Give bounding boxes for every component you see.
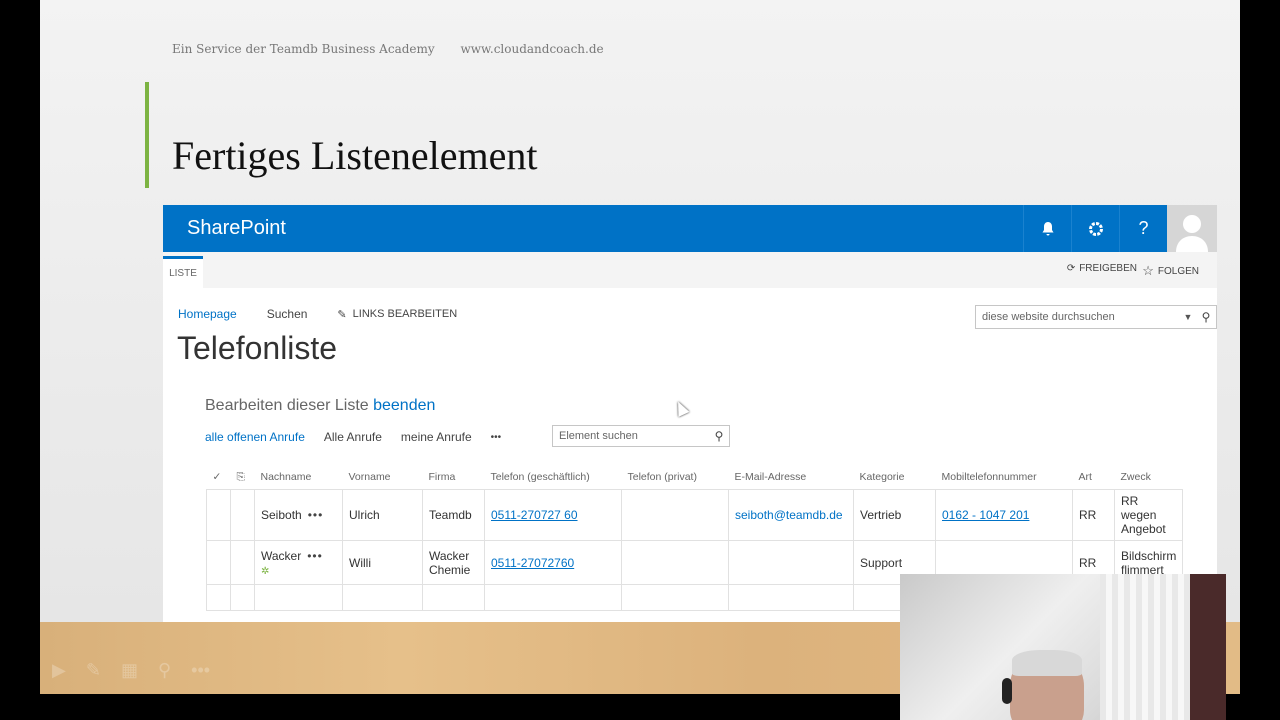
row-select-cell[interactable] <box>206 489 231 541</box>
gear-icon[interactable] <box>1071 205 1119 252</box>
help-icon[interactable]: ? <box>1119 205 1167 252</box>
element-search-placeholder: Element suchen <box>559 430 638 442</box>
email-link[interactable]: seiboth@teamdb.de <box>735 508 843 522</box>
slide-title: Fertiges Listenelement <box>172 133 538 178</box>
item-menu-button[interactable]: ••• <box>308 508 324 522</box>
cell-email: seiboth@teamdb.de <box>728 489 854 541</box>
cell-zweck: RR wegen Angebot <box>1113 489 1184 541</box>
chevron-down-icon[interactable]: ▼ <box>1180 312 1196 322</box>
slide-header: Ein Service der Teamdb Business Academy … <box>172 42 626 56</box>
cell-firma: Wacker Chemie <box>422 540 485 585</box>
col-telefon-geschaeftlich[interactable]: Telefon (geschäftlich) <box>485 465 622 490</box>
col-mobil[interactable]: Mobiltelefonnummer <box>936 465 1073 490</box>
cell-nachname: Seiboth ••• <box>254 489 343 541</box>
view-selector: alle offenen Anrufe Alle Anrufe meine An… <box>205 430 501 444</box>
col-telefon-privat[interactable]: Telefon (privat) <box>622 465 729 490</box>
edit-links-label: LINKS BEARBEITEN <box>352 308 458 320</box>
nav-search[interactable]: Suchen <box>267 307 308 321</box>
sharepoint-brand[interactable]: SharePoint <box>187 217 1023 240</box>
top-nav: Homepage Suchen ✎ LINKS BEARBEITEN <box>178 307 457 321</box>
page-title: Telefonliste <box>177 330 338 366</box>
edit-mode-bar: Bearbeiten dieser Liste beenden <box>205 397 435 415</box>
view-all-calls[interactable]: Alle Anrufe <box>324 430 382 444</box>
cell-telefon: 0511-270727 60 <box>484 489 622 541</box>
item-menu-button[interactable]: ••• <box>307 549 323 563</box>
tab-liste[interactable]: LISTE <box>163 256 203 291</box>
search-icon[interactable]: ⚲ <box>709 429 729 443</box>
share-label: FREIGEBEN <box>1079 263 1137 274</box>
share-icon: ⟳ <box>1066 263 1076 274</box>
sharepoint-screenshot: SharePoint ? LISTE ⟳ FREIGEBEN ☆ FOLGEN <box>163 205 1217 622</box>
more-views-button[interactable]: ••• <box>491 432 502 443</box>
table-row[interactable]: Seiboth ••• Ulrich Teamdb 0511-270727 60 … <box>206 489 1184 541</box>
suite-bar: SharePoint ? <box>163 205 1217 252</box>
stop-editing-link[interactable]: beenden <box>373 397 435 414</box>
cell-vorname: Willi <box>342 540 423 585</box>
presentation-slide: Ein Service der Teamdb Business Academy … <box>40 0 1240 622</box>
play-icon[interactable]: ▶ <box>52 660 66 681</box>
phone-link[interactable]: 0511-27072760 <box>491 556 574 570</box>
cell-mobil: 0162 - 1047 201 <box>935 489 1073 541</box>
col-nachname[interactable]: Nachname <box>255 465 343 490</box>
edit-links-button[interactable]: ✎ LINKS BEARBEITEN <box>337 308 457 321</box>
ribbon: LISTE ⟳ FREIGEBEN ☆ FOLGEN <box>163 252 1217 291</box>
view-open-calls[interactable]: alle offenen Anrufe <box>205 430 305 444</box>
row-select-cell[interactable] <box>206 540 231 585</box>
nav-homepage[interactable]: Homepage <box>178 307 237 321</box>
star-icon: ☆ <box>1142 263 1154 278</box>
element-search-input[interactable]: Element suchen ⚲ <box>552 425 730 447</box>
edit-mode-text: Bearbeiten dieser Liste <box>205 397 369 414</box>
webcam-presenter-hair <box>1012 650 1082 676</box>
cell-privat <box>621 489 729 541</box>
slides-icon[interactable]: ▦ <box>121 660 138 681</box>
cell-vorname: Ulrich <box>342 489 423 541</box>
view-my-calls[interactable]: meine Anrufe <box>401 430 472 444</box>
select-all-check-icon[interactable]: ✓ <box>207 465 231 490</box>
col-art[interactable]: Art <box>1073 465 1115 490</box>
row-attachment-cell <box>230 540 255 585</box>
more-icon[interactable]: ••• <box>191 660 210 681</box>
webcam-overlay <box>900 574 1226 720</box>
col-kategorie[interactable]: Kategorie <box>854 465 936 490</box>
table-header-row: ✓ ⎘ Nachname Vorname Firma Telefon (gesc… <box>207 465 1183 490</box>
presentation-controls: ▶ ✎ ▦ ⚲ ••• <box>52 660 210 681</box>
col-vorname[interactable]: Vorname <box>343 465 423 490</box>
search-icon[interactable]: ⚲ <box>1196 310 1216 324</box>
col-email[interactable]: E-Mail-Adresse <box>729 465 854 490</box>
cell-firma: Teamdb <box>422 489 485 541</box>
row-attachment-cell <box>230 489 255 541</box>
site-search-placeholder: diese website durchsuchen <box>982 311 1115 323</box>
new-item-icon: ✲ <box>261 565 270 577</box>
cell-nachname: Wacker ••• ✲ <box>254 540 343 585</box>
col-firma[interactable]: Firma <box>423 465 485 490</box>
slide-header-left: Ein Service der Teamdb Business Academy <box>172 42 435 56</box>
avatar[interactable] <box>1167 205 1217 252</box>
slide-header-right: www.cloudandcoach.de <box>460 42 604 56</box>
headset-icon <box>1002 678 1012 704</box>
site-search-input[interactable]: diese website durchsuchen ▼ ⚲ <box>975 305 1217 329</box>
webcam-curtain <box>1190 574 1226 720</box>
pencil-icon: ✎ <box>337 308 347 321</box>
cell-email <box>728 540 854 585</box>
mobile-link[interactable]: 0162 - 1047 201 <box>942 508 1029 522</box>
cell-privat <box>621 540 729 585</box>
attachment-icon: ⎘ <box>236 470 245 483</box>
cell-art: RR <box>1072 489 1115 541</box>
zoom-icon[interactable]: ⚲ <box>158 660 171 681</box>
nachname-value[interactable]: Seiboth <box>261 508 302 522</box>
col-zweck[interactable]: Zweck <box>1115 465 1183 490</box>
title-accent-bar <box>145 82 149 188</box>
phone-link[interactable]: 0511-270727 60 <box>491 508 578 522</box>
follow-label: FOLGEN <box>1157 265 1199 277</box>
follow-button[interactable]: ☆ FOLGEN <box>1142 263 1199 279</box>
share-button[interactable]: ⟳ FREIGEBEN <box>1067 263 1137 274</box>
cell-telefon: 0511-27072760 <box>484 540 622 585</box>
pen-icon[interactable]: ✎ <box>86 660 101 681</box>
cell-kategorie: Vertrieb <box>853 489 936 541</box>
bell-icon[interactable] <box>1023 205 1071 252</box>
nachname-value[interactable]: Wacker <box>261 549 301 563</box>
